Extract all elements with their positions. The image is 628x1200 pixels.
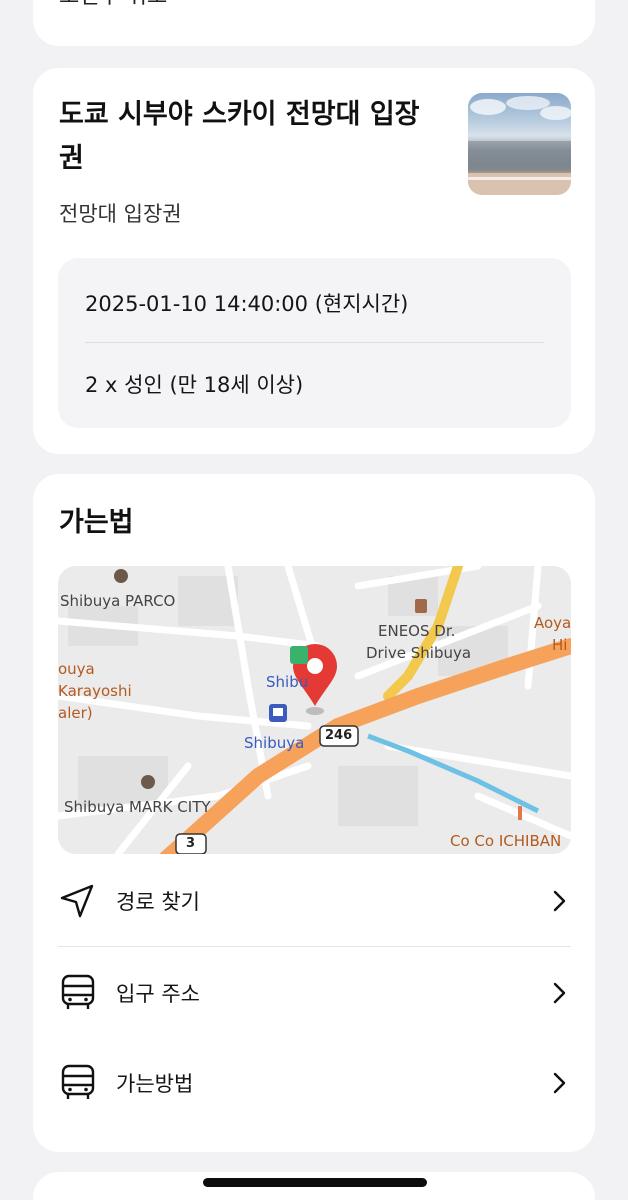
map-label-karayoshi-1: ouya (58, 660, 95, 678)
directions-card: 가는법 Shibuya PARCO ENEOS Dr. Drive Shibuy… (33, 474, 595, 1152)
route-finder-label: 경로 찾기 (116, 890, 200, 914)
bus-icon (61, 1064, 95, 1099)
menu-divider (58, 946, 571, 947)
map-label-karayoshi-2: Karayoshi (58, 682, 132, 700)
chevron-right-icon (553, 1072, 566, 1094)
booking-info-box: 2025-01-10 14:40:00 (현지시간) 2 x 성인 (만 18세… (58, 258, 571, 428)
map-label-mark-city: Shibuya MARK CITY (64, 798, 211, 816)
bus-icon (61, 974, 95, 1009)
booking-quantity: 2 x 성인 (만 18세 이상) (85, 373, 304, 397)
entrance-address-label: 입구 주소 (116, 982, 200, 1006)
directions-title: 가는법 (59, 507, 134, 538)
previous-card: 도면주 위도 (33, 0, 595, 46)
map-label-cocoichi: Co Co ICHIBAN (450, 832, 562, 850)
entrance-address-row[interactable]: 입구 주소 (58, 954, 571, 1034)
navigation-arrow-icon (60, 884, 94, 918)
map-label-route-3: 3 (186, 836, 196, 851)
chevron-right-icon (553, 890, 566, 912)
map-label-shibuya-station: Shibuya (244, 734, 305, 752)
map-label-hi: Hi (552, 636, 568, 654)
home-indicator[interactable] (203, 1178, 427, 1187)
location-map[interactable]: Shibuya PARCO ENEOS Dr. Drive Shibuya Ao… (58, 566, 571, 854)
map-label-aoya: Aoya (534, 614, 571, 632)
how-to-get-there-label: 가는방법 (116, 1072, 194, 1096)
info-divider (85, 342, 544, 343)
map-label-route-246: 246 (325, 728, 353, 743)
how-to-get-there-row[interactable]: 가는방법 (58, 1044, 571, 1124)
ticket-thumbnail[interactable] (468, 93, 571, 195)
map-label-parco: Shibuya PARCO (60, 592, 176, 610)
route-finder-row[interactable]: 경로 찾기 (58, 862, 571, 942)
ticket-card: 도쿄 시부야 스카이 전망대 입장권 전망대 입장권 2025-01-10 14… (33, 68, 595, 454)
ticket-title: 도쿄 시부야 스카이 전망대 입장권 (59, 99, 420, 174)
map-label-eneos-2: Drive Shibuya (366, 644, 472, 662)
map-label-shibu: Shibu (266, 673, 309, 691)
map-label-karayoshi-3: aler) (58, 704, 93, 722)
ticket-subtitle: 전망대 입장권 (59, 202, 182, 226)
previous-card-text: 도면주 위도 (59, 0, 167, 10)
chevron-right-icon (553, 982, 566, 1004)
map-label-eneos-1: ENEOS Dr. (378, 622, 456, 640)
booking-datetime: 2025-01-10 14:40:00 (현지시간) (85, 292, 409, 316)
